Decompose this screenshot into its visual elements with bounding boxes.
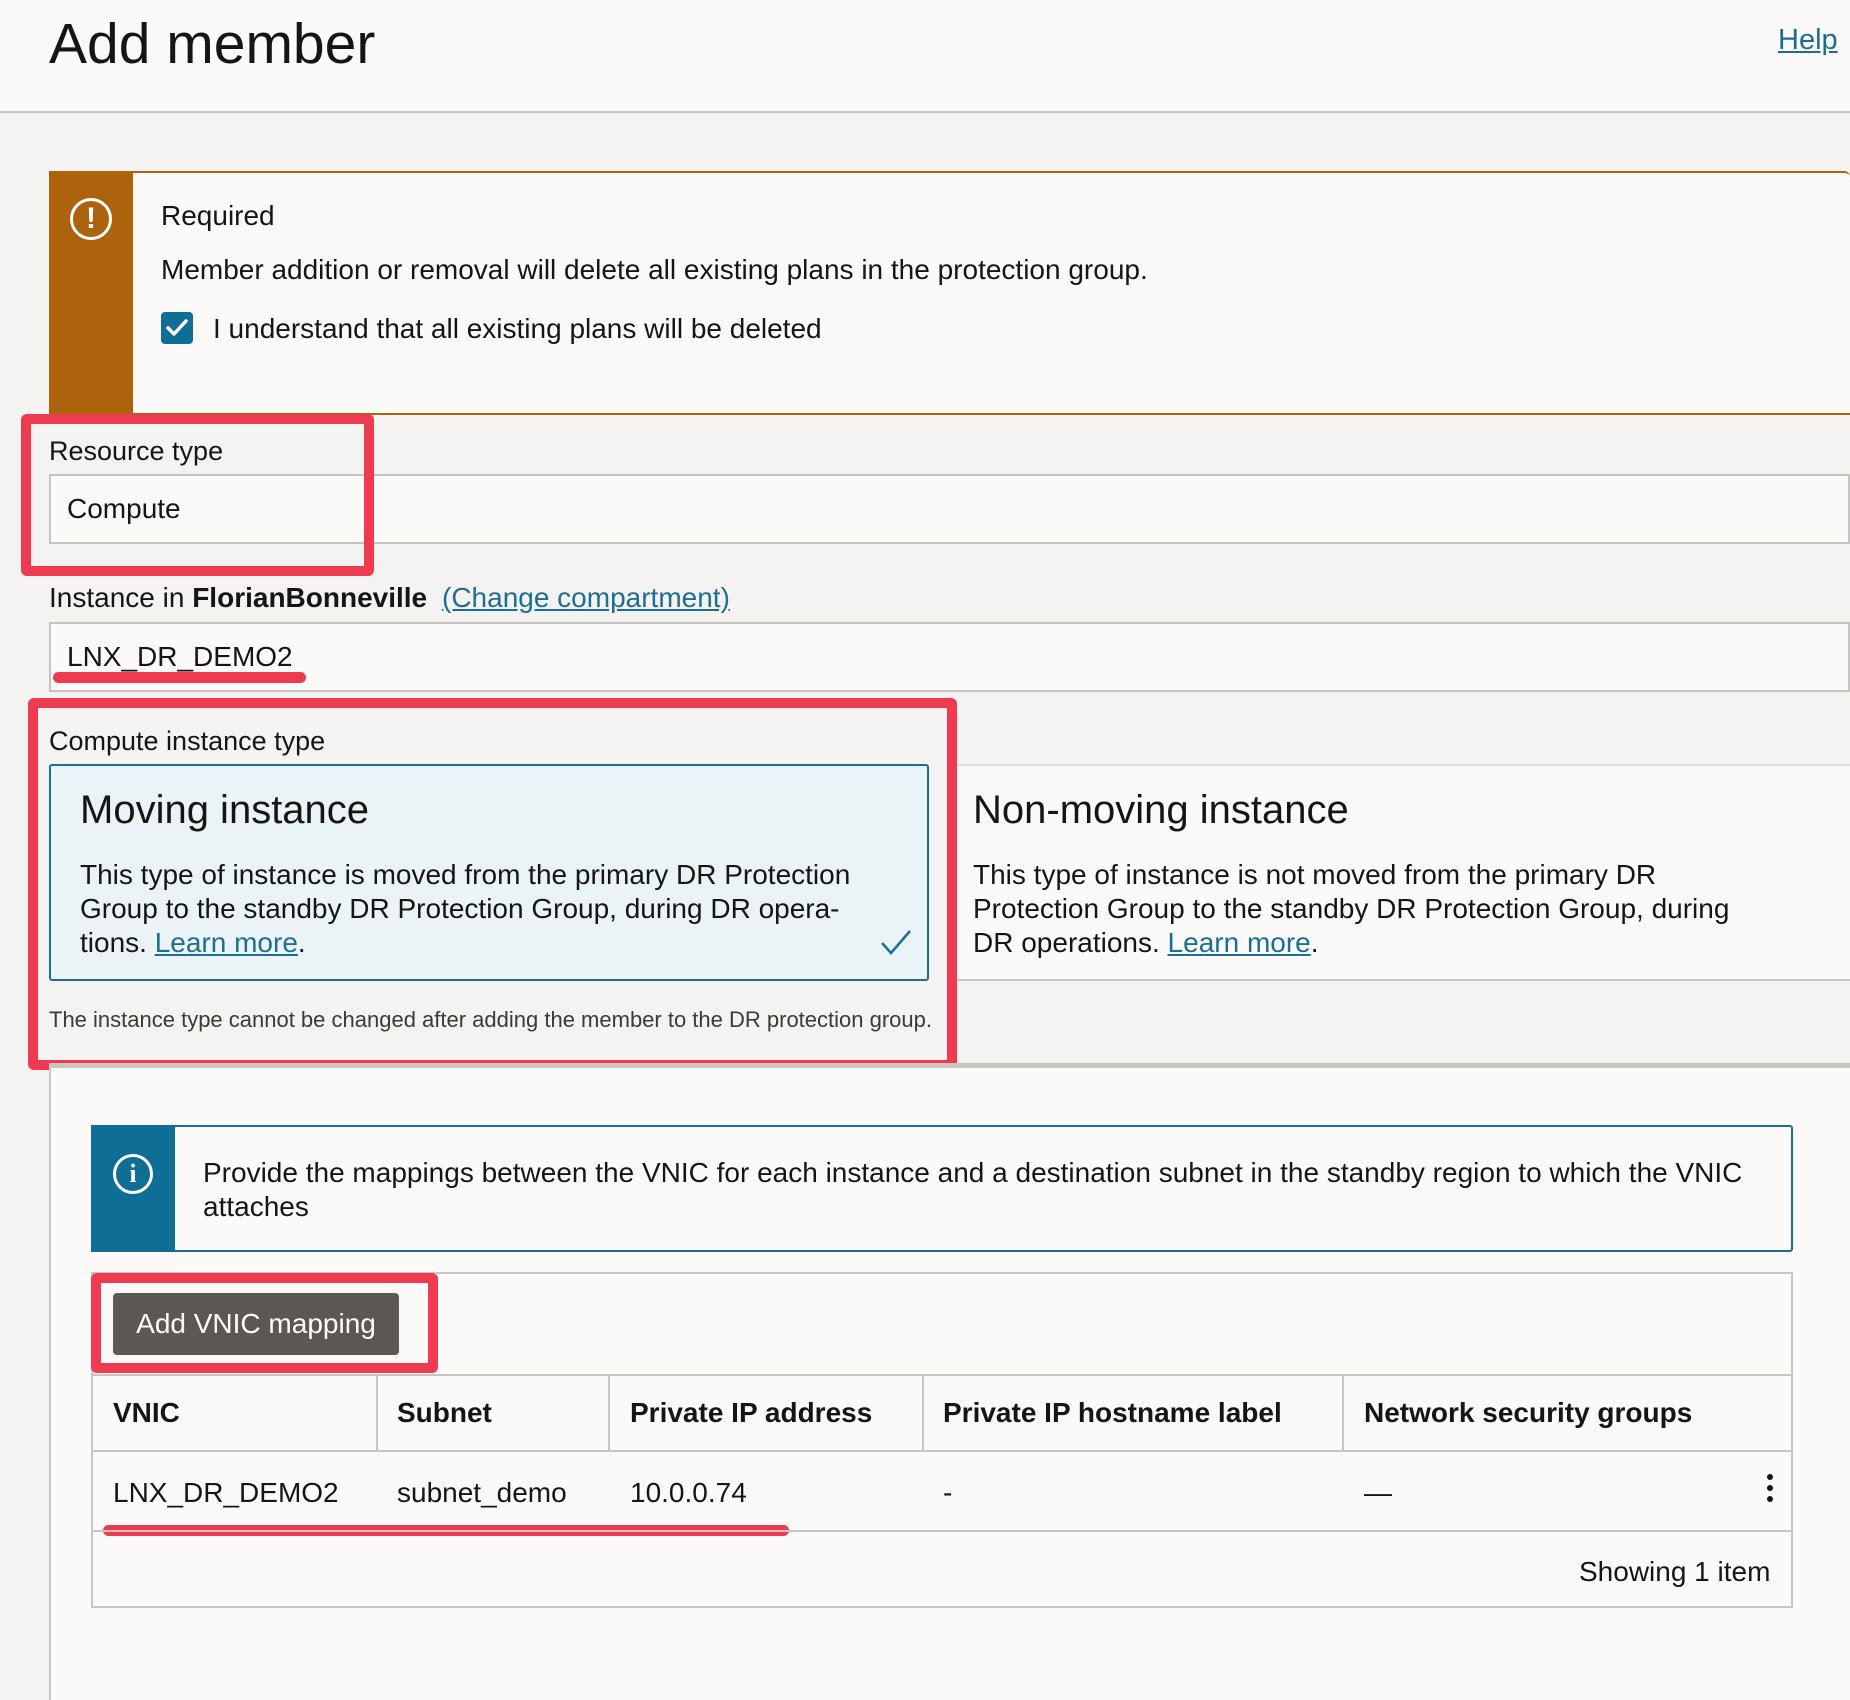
instance-value: LNX_DR_DEMO2: [67, 641, 293, 672]
exclamation-icon: !: [70, 198, 112, 240]
cell-vnic: LNX_DR_DEMO2: [113, 1477, 339, 1508]
column-divider: [608, 1374, 610, 1452]
acknowledge-checkbox-label[interactable]: I understand that all existing plans wil…: [213, 313, 822, 345]
column-divider: [1342, 1374, 1344, 1452]
change-compartment-link[interactable]: (Change compartment): [442, 582, 730, 614]
instance-select[interactable]: LNX_DR_DEMO2: [49, 622, 1850, 692]
instance-type-note: The instance type cannot be changed afte…: [49, 1007, 932, 1032]
cell-private-ip: 10.0.0.74: [630, 1477, 747, 1508]
column-header-private-ip[interactable]: Private IP address: [630, 1397, 872, 1429]
non-moving-desc-line1: This type of instance is not moved from …: [973, 859, 1657, 890]
moving-instance-card[interactable]: Moving instance This type of instance is…: [49, 764, 929, 981]
acknowledge-checkbox[interactable]: [161, 312, 193, 344]
selected-check-icon: [881, 930, 911, 955]
non-moving-instance-description: This type of instance is not moved from …: [973, 858, 1823, 960]
moving-learn-more-link[interactable]: Learn more: [155, 927, 298, 958]
warning-message: Member addition or removal will delete a…: [161, 254, 1148, 285]
resource-type-label: Resource type: [49, 436, 224, 466]
info-icon: i: [113, 1154, 153, 1194]
moving-instance-description: This type of instance is moved from the …: [80, 858, 910, 960]
column-divider: [376, 1374, 378, 1452]
moving-desc-line2: Group to the standby DR Protection Group…: [80, 893, 840, 924]
page-title: Add member: [49, 12, 376, 76]
column-header-vnic[interactable]: VNIC: [113, 1397, 180, 1429]
non-moving-instance-card[interactable]: Non-moving instance This type of instanc…: [957, 764, 1850, 981]
moving-desc-line1: This type of instance is moved from the …: [80, 859, 851, 890]
row-divider: [93, 1530, 1791, 1532]
non-moving-desc-line3: DR operations.: [973, 927, 1160, 958]
warning-banner: [49, 171, 1850, 415]
row-actions-menu-icon[interactable]: [1760, 1474, 1780, 1510]
compute-type-label: Compute instance type: [49, 726, 326, 756]
warning-title: Required: [161, 200, 275, 231]
resource-type-select[interactable]: Compute: [49, 474, 1850, 544]
non-moving-desc-line2: Protection Group to the standby DR Prote…: [973, 893, 1730, 924]
add-vnic-mapping-button[interactable]: Add VNIC mapping: [113, 1293, 399, 1355]
column-header-nsg[interactable]: Network security groups: [1364, 1397, 1692, 1429]
cell-hostname-label: -: [943, 1477, 953, 1508]
vnic-info-text: Provide the mappings between the VNIC fo…: [203, 1157, 1743, 1222]
non-moving-instance-title: Non-moving instance: [973, 788, 1349, 832]
instance-label-prefix: Instance in: [49, 582, 185, 613]
non-moving-learn-more-link[interactable]: Learn more: [1168, 927, 1311, 958]
column-header-subnet[interactable]: Subnet: [397, 1397, 492, 1429]
cell-nsg: —: [1364, 1477, 1392, 1508]
column-header-hostname-label[interactable]: Private IP hostname label: [943, 1397, 1282, 1429]
checkmark-icon: [166, 319, 188, 336]
cell-subnet: subnet_demo: [397, 1477, 567, 1508]
moving-instance-title: Moving instance: [80, 788, 370, 832]
instance-label: Instance in FlorianBonneville: [49, 582, 427, 614]
item-count: Showing 1 item: [1579, 1556, 1771, 1587]
column-divider: [922, 1374, 924, 1452]
resource-type-value: Compute: [67, 493, 181, 524]
help-link[interactable]: Help: [1778, 24, 1838, 57]
moving-desc-line3: tions.: [80, 927, 147, 958]
compartment-name: FlorianBonneville: [192, 582, 428, 613]
